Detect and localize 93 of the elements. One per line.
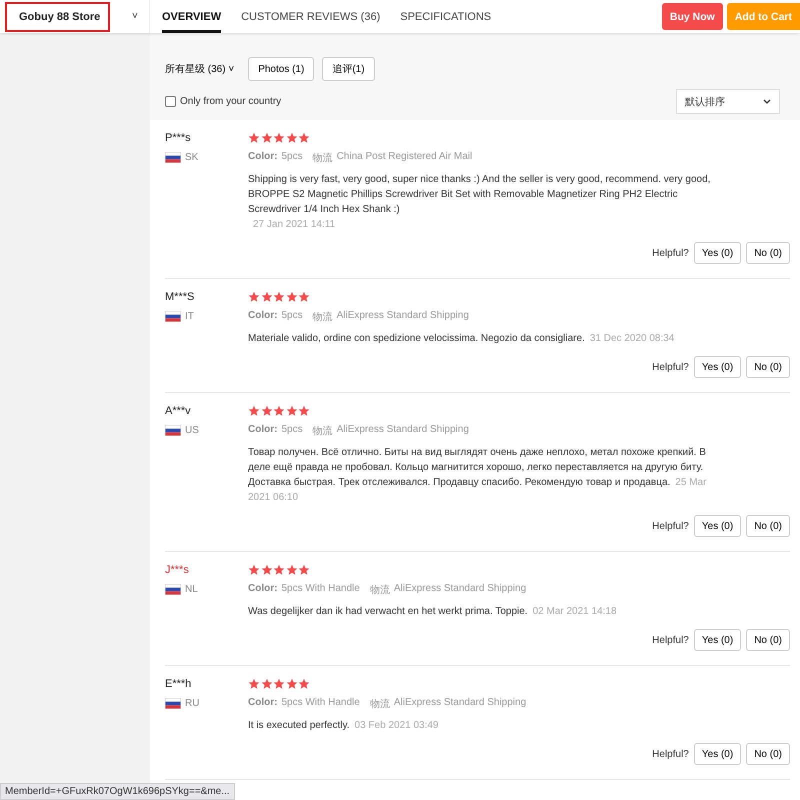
tab[interactable]: CUSTOMER REVIEWS (36) [241, 0, 380, 33]
star-icon [298, 564, 310, 576]
shipping-label: 物流 [370, 584, 390, 597]
helpful-label: Helpful? [652, 362, 689, 372]
star-icon [286, 291, 298, 303]
flag-icon [165, 311, 181, 322]
color-label: Color: [248, 424, 278, 437]
star-icon [260, 405, 272, 417]
no-button[interactable]: No (0) [746, 629, 790, 651]
star-icon [286, 405, 298, 417]
reviewer-name[interactable]: M***S [165, 291, 194, 303]
color-label: Color: [248, 151, 278, 164]
color-label: Color: [248, 583, 278, 596]
color-value: 5pcs With Handle [281, 583, 360, 596]
country-code: NL [185, 584, 198, 595]
no-button[interactable]: No (0) [746, 743, 790, 765]
helpful-label: Helpful? [652, 748, 689, 760]
shipping-label: 物流 [370, 698, 390, 711]
star-icon [273, 564, 285, 576]
chevron-down-icon [763, 98, 771, 104]
review-text: Materiale valido, ordine con spedizione velocissima. Negozio da consigliare. 31 Dec 2020 08:34 [248, 332, 676, 346]
yes-button[interactable]: Yes (0) [694, 515, 742, 537]
review-text: Товар получен. Всё отлично. Биты на вид выглядят очень даже неплохо, метал похоже крепкий. В деле ещё правда не пробовал. Кольцо магнитится хорошо, легко переставляется на другую биту. Доставка быстрая. Трек отслеживался. Продавцу спасибо. Рекомендую товар и продавца. 25 Mar 2021 06:10 [248, 446, 708, 505]
star-icon [260, 678, 272, 690]
yes-button[interactable]: Yes (0) [694, 743, 742, 765]
star-icon [248, 132, 260, 144]
yes-button[interactable]: Yes (0) [694, 356, 742, 378]
review-text: Shipping is very fast, very good, super nice thanks :) And the seller is very good, recommend. very good, BROPPE S2 Magnetic Phillips Screwdriver Bit Set with Removable Magnetizer Ring PH2 Electric Screwdriver 1/4 Inch Hex Shank :) 27 Jan 2021 14:11 [248, 173, 712, 232]
color-value: 5pcs [281, 151, 303, 164]
helpful-label: Helpful? [652, 520, 689, 532]
reviewer-name[interactable]: J***s [165, 564, 189, 576]
star-icon [260, 564, 272, 576]
shipping-method: AliExpress Standard Shipping [336, 310, 469, 323]
star-icon [286, 564, 298, 576]
star-icon [273, 405, 285, 417]
star-icon [298, 291, 310, 303]
shipping-method: AliExpress Standard Shipping [336, 424, 469, 437]
review-text: Was degelijker dan ik had verwacht en het werkt prima. Toppie. 02 Mar 2021 14:18 [248, 605, 618, 619]
flag-icon [165, 152, 181, 163]
buy-now-button[interactable]: Buy Now [662, 3, 723, 30]
yes-button[interactable]: Yes (0) [694, 629, 742, 651]
sort-dropdown[interactable]: 默认排序 [676, 89, 780, 114]
star-icon [260, 291, 272, 303]
reviewer-name[interactable]: E***h [165, 678, 192, 690]
shipping-label: 物流 [312, 424, 333, 438]
shipping-method: AliExpress Standard Shipping [394, 697, 526, 710]
tab[interactable]: SPECIFICATIONS [400, 0, 492, 33]
star-icon [298, 132, 310, 144]
status-bar-url: MemberId=+GFuxRk07OgW1k696pSYkg==&me... [0, 783, 235, 800]
review-text: It is executed perfectly. 03 Feb 2021 03:49 [248, 719, 440, 733]
shipping-label: 物流 [312, 152, 333, 165]
checkbox[interactable] [165, 96, 176, 107]
color-value: 5pcs [281, 424, 303, 437]
color-label: Color: [248, 697, 278, 710]
caret-icon[interactable]: ˅ [132, 11, 138, 22]
no-button[interactable]: No (0) [746, 242, 790, 264]
helpful-label: Helpful? [652, 248, 689, 258]
followup-button[interactable]: 追评(1) [322, 57, 375, 81]
country-code: US [185, 425, 199, 436]
no-button[interactable]: No (0) [746, 356, 790, 378]
checkbox-label[interactable]: Only from your country [180, 96, 282, 107]
reviewer-name[interactable]: A***v [165, 405, 191, 417]
flag-icon [165, 425, 181, 436]
rating-filter-dropdown[interactable]: 所有星级 (36) ˅ [165, 62, 234, 76]
shipping-method: AliExpress Standard Shipping [394, 583, 526, 596]
star-icon [298, 678, 310, 690]
store-name-box[interactable]: Gobuy 88 Store [5, 2, 110, 32]
star-icon [248, 291, 260, 303]
star-icon [298, 405, 310, 417]
shipping-label: 物流 [312, 310, 333, 324]
country-code: RU [185, 698, 200, 709]
star-icon [286, 678, 298, 690]
star-icon [248, 678, 260, 690]
country-code: SK [185, 152, 198, 163]
no-button[interactable]: No (0) [746, 515, 790, 537]
star-icon [248, 405, 260, 417]
star-icon [286, 132, 298, 144]
star-icon [273, 132, 285, 144]
star-icon [273, 678, 285, 690]
yes-button[interactable]: Yes (0) [694, 242, 742, 264]
flag-icon [165, 698, 181, 709]
shipping-method: China Post Registered Air Mail [336, 151, 472, 164]
reviewer-name[interactable]: P***s [165, 132, 191, 144]
country-code: IT [185, 311, 194, 322]
photos-button[interactable]: Photos (1) [248, 57, 314, 81]
color-label: Color: [248, 310, 278, 323]
color-value: 5pcs [281, 310, 303, 323]
star-icon [260, 132, 272, 144]
flag-icon [165, 584, 181, 595]
helpful-label: Helpful? [652, 634, 689, 646]
color-value: 5pcs With Handle [281, 697, 360, 710]
star-icon [273, 291, 285, 303]
star-icon [248, 564, 260, 576]
